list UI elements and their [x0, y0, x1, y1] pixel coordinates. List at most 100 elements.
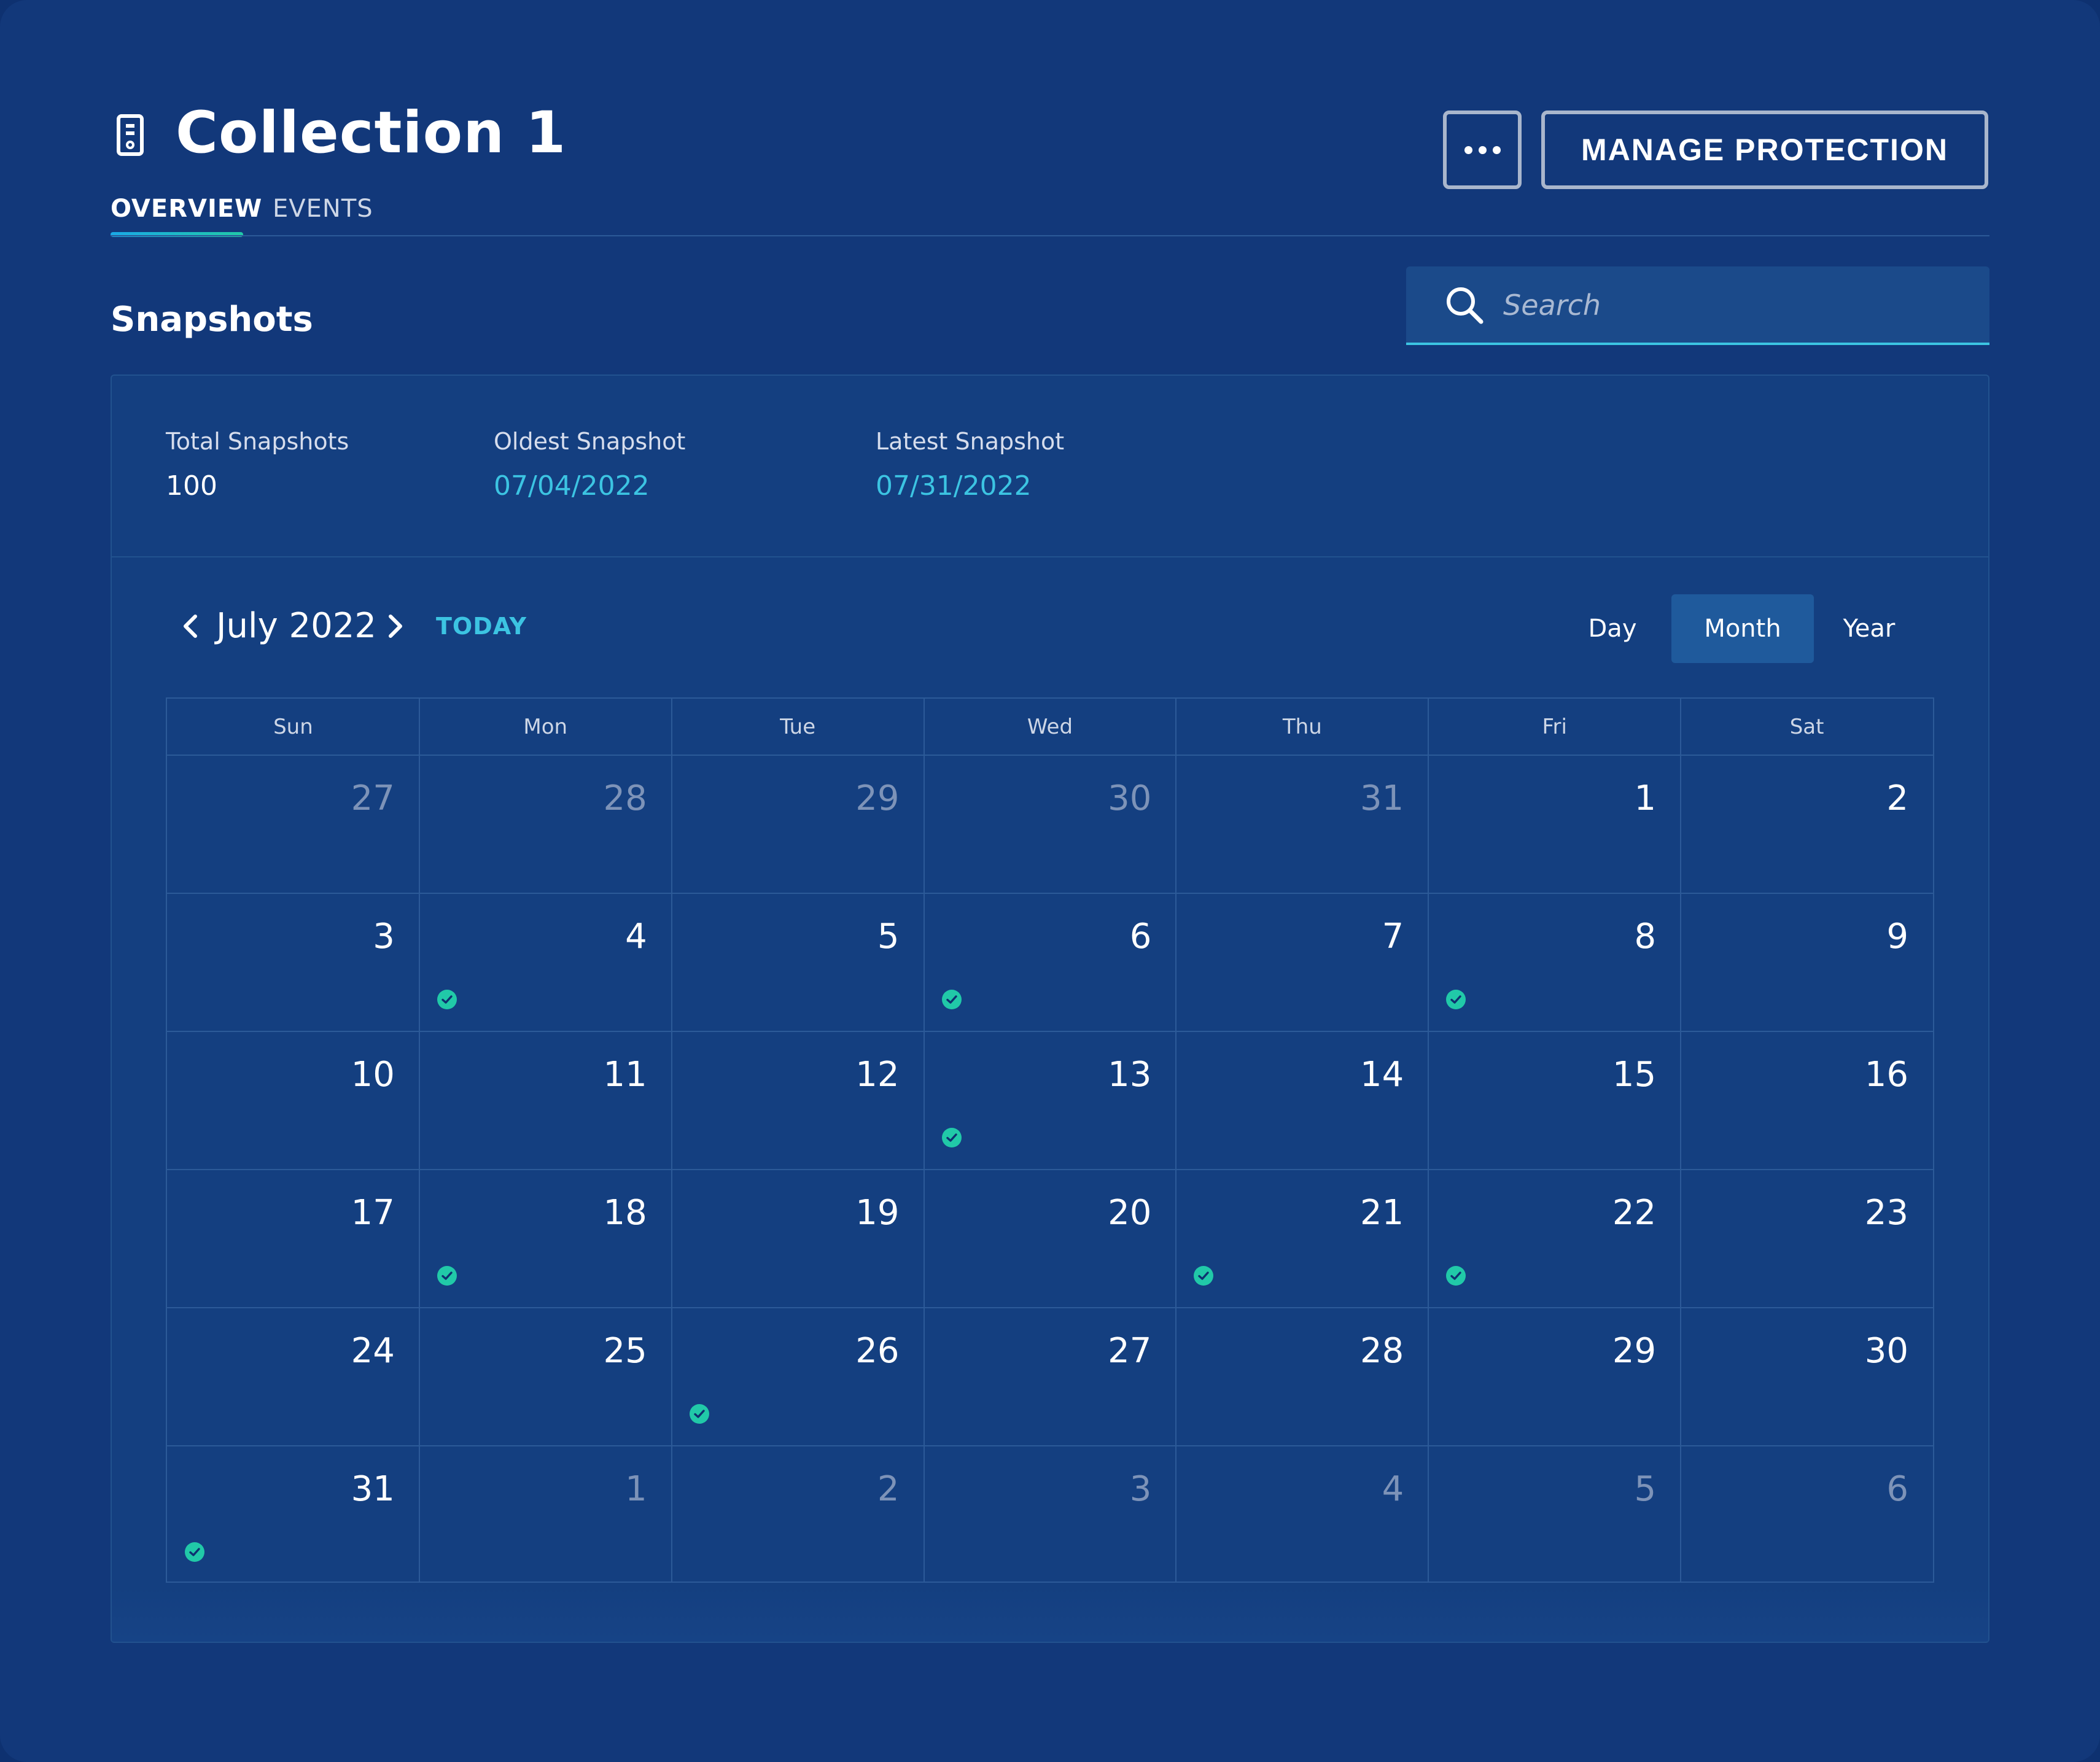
calendar-day-cell[interactable]	[1681, 1308, 1933, 1446]
calendar-day-cell[interactable]	[924, 1170, 1176, 1308]
calendar-day-cell[interactable]	[924, 1308, 1176, 1446]
stat-total-snapshots: Total Snapshots 100	[166, 426, 349, 503]
calendar-day-cell[interactable]	[419, 1170, 672, 1308]
chevron-right-icon[interactable]	[382, 607, 409, 646]
calendar-day-number: 6	[1886, 1469, 1908, 1509]
calendar-day-number: 2	[877, 1469, 900, 1509]
weekday-thu: Thu	[1282, 715, 1322, 739]
calendar-day-number: 30	[1108, 778, 1152, 818]
calendar-day-cell[interactable]	[419, 893, 672, 1031]
check-circle-icon[interactable]	[689, 1403, 710, 1424]
calendar-day-number: 23	[1864, 1193, 1908, 1233]
calendar-day-number: 25	[603, 1331, 647, 1371]
calendar-day-cell[interactable]	[1681, 1446, 1933, 1584]
calendar-day-cell[interactable]	[167, 1446, 419, 1584]
oldest-snapshot-link[interactable]: 07/04/2022	[494, 469, 685, 503]
check-circle-icon[interactable]	[1445, 1265, 1466, 1286]
calendar-day-number: 31	[351, 1469, 395, 1509]
calendar-day-cell[interactable]	[672, 1031, 924, 1170]
calendar-day-number: 24	[351, 1331, 395, 1371]
calendar-day-number: 17	[351, 1193, 395, 1233]
calendar-day-cell[interactable]	[924, 893, 1176, 1031]
calendar-day-number: 3	[373, 917, 395, 957]
search-input[interactable]	[1502, 281, 1959, 329]
check-circle-icon[interactable]	[941, 1127, 962, 1148]
calendar-day-cell[interactable]	[1681, 1170, 1933, 1308]
latest-snapshot-link[interactable]: 07/31/2022	[876, 469, 1064, 503]
calendar-day-cell[interactable]	[167, 1308, 419, 1446]
calendar-day-cell[interactable]	[1176, 1031, 1428, 1170]
calendar-day-cell[interactable]	[1681, 1031, 1933, 1170]
calendar-day-cell[interactable]	[1428, 755, 1681, 893]
check-circle-icon[interactable]	[437, 989, 457, 1010]
chevron-left-icon[interactable]	[177, 607, 204, 646]
calendar-day-number: 29	[855, 778, 900, 818]
calendar-day-cell[interactable]	[1428, 1170, 1681, 1308]
calendar-day-number: 15	[1612, 1055, 1657, 1095]
calendar-day-cell[interactable]	[1428, 1031, 1681, 1170]
search-box[interactable]	[1406, 266, 1989, 345]
check-circle-icon[interactable]	[941, 989, 962, 1010]
tabs-divider	[111, 235, 1989, 236]
calendar-day-number: 21	[1360, 1193, 1404, 1233]
stat-latest-snapshot: Latest Snapshot 07/31/2022	[876, 426, 1064, 503]
calendar-day-cell[interactable]	[1428, 1446, 1681, 1584]
calendar-day-cell[interactable]	[1428, 893, 1681, 1031]
weekday-tue: Tue	[780, 715, 816, 739]
page-title: Collection 1	[176, 99, 567, 166]
calendar-day-cell[interactable]	[1176, 755, 1428, 893]
check-circle-icon[interactable]	[184, 1542, 205, 1562]
calendar-day-number: 5	[877, 917, 900, 957]
stat-value: 100	[166, 470, 217, 502]
calendar-day-cell[interactable]	[419, 1446, 672, 1584]
calendar-day-cell[interactable]	[167, 755, 419, 893]
calendar-day-cell[interactable]	[672, 893, 924, 1031]
weekday-fri: Fri	[1542, 715, 1567, 739]
calendar-day-cell[interactable]	[924, 1031, 1176, 1170]
calendar-day-cell[interactable]	[1176, 1170, 1428, 1308]
calendar-day-cell[interactable]	[167, 1031, 419, 1170]
calendar-day-cell[interactable]	[1681, 893, 1933, 1031]
more-horizontal-icon	[1492, 146, 1501, 154]
today-button[interactable]: TODAY	[436, 611, 527, 641]
calendar-day-cell[interactable]	[1428, 1308, 1681, 1446]
calendar-day-number: 10	[351, 1055, 395, 1095]
calendar-day-cell[interactable]	[672, 1446, 924, 1584]
more-options-button[interactable]	[1443, 111, 1522, 189]
check-circle-icon[interactable]	[437, 1265, 457, 1286]
calendar-day-number: 19	[855, 1193, 900, 1233]
calendar-day-cell[interactable]	[167, 893, 419, 1031]
calendar-day-cell[interactable]	[419, 1308, 672, 1446]
view-year-button[interactable]: Year	[1825, 594, 1913, 663]
calendar-day-number: 27	[1108, 1331, 1152, 1371]
stat-label: Latest Snapshot	[876, 428, 1065, 455]
tab-overview[interactable]: OVERVIEW	[111, 190, 262, 227]
calendar-day-cell[interactable]	[1176, 893, 1428, 1031]
weekday-sun: Sun	[273, 715, 313, 739]
calendar-day-number: 8	[1634, 917, 1657, 957]
view-month-button[interactable]: Month	[1671, 594, 1814, 663]
stats-divider	[112, 556, 1988, 557]
calendar-day-cell[interactable]	[1176, 1446, 1428, 1584]
calendar-day-cell[interactable]	[672, 755, 924, 893]
calendar-day-cell[interactable]	[672, 1308, 924, 1446]
calendar-day-number: 20	[1108, 1193, 1152, 1233]
calendar-day-cell[interactable]	[1176, 1308, 1428, 1446]
manage-protection-button[interactable]: MANAGE PROTECTION	[1541, 111, 1988, 189]
calendar-day-cell[interactable]	[672, 1170, 924, 1308]
weekday-sat: Sat	[1789, 715, 1824, 739]
tab-events[interactable]: EVENTS	[273, 190, 373, 227]
calendar-day-number: 1	[1634, 778, 1657, 818]
app-window: Collection 1 MANAGE PROTECTION OVERVIEW …	[0, 0, 2100, 1762]
view-day-button[interactable]: Day	[1568, 594, 1657, 663]
calendar-day-cell[interactable]	[924, 755, 1176, 893]
calendar-day-cell[interactable]	[167, 1170, 419, 1308]
check-circle-icon[interactable]	[1445, 989, 1466, 1010]
calendar-day-cell[interactable]	[1681, 755, 1933, 893]
calendar-day-cell[interactable]	[924, 1446, 1176, 1584]
calendar-day-cell[interactable]	[419, 755, 672, 893]
calendar-day-cell[interactable]	[419, 1031, 672, 1170]
more-horizontal-icon	[1464, 146, 1472, 154]
check-circle-icon[interactable]	[1193, 1265, 1214, 1286]
calendar-day-number: 30	[1864, 1331, 1908, 1371]
